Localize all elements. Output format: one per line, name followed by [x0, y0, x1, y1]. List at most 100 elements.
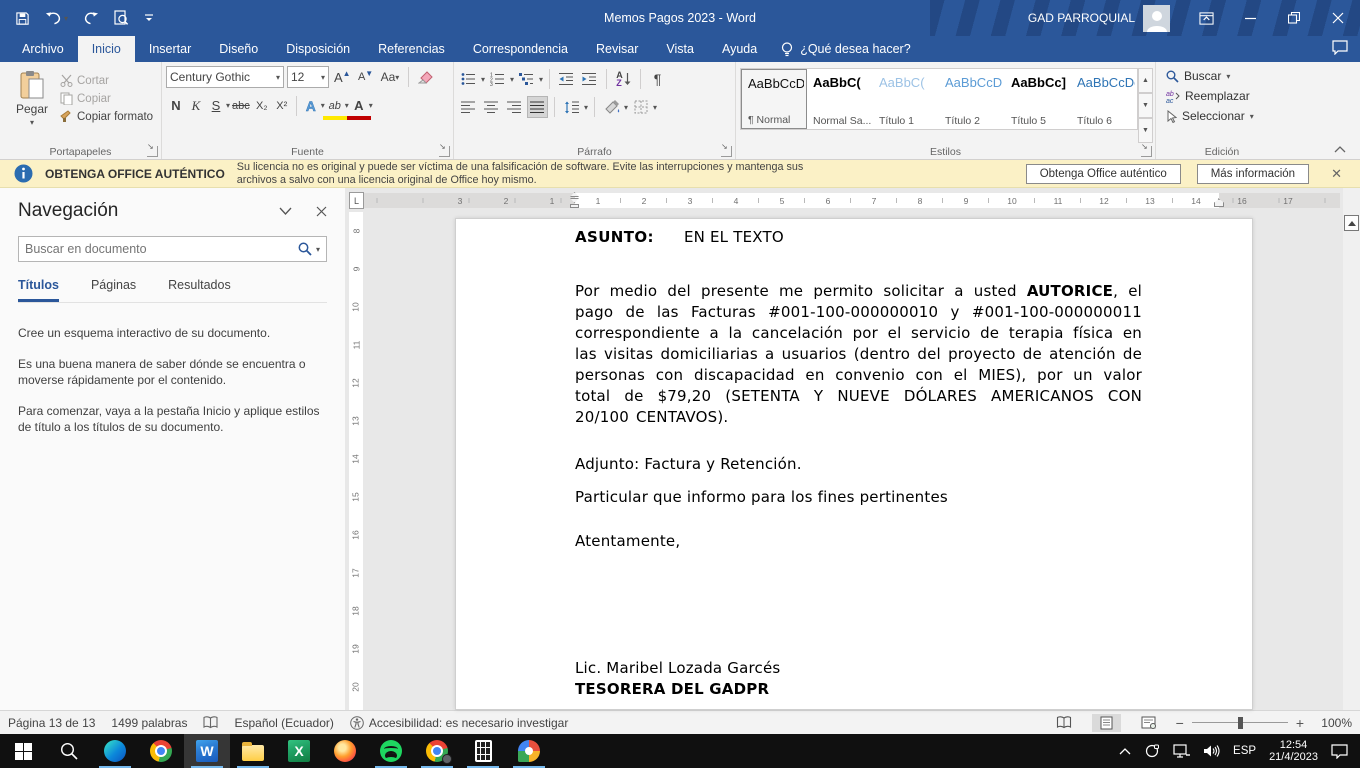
scroll-up-icon[interactable]: [1344, 215, 1359, 231]
font-family-dropdown-icon[interactable]: ▾: [276, 73, 280, 82]
web-layout-button[interactable]: [1133, 714, 1164, 731]
cut-button[interactable]: Cortar: [60, 74, 153, 87]
print-preview-icon[interactable]: [113, 10, 129, 26]
justify-button[interactable]: [527, 96, 548, 118]
tray-expand-chevron-icon[interactable]: [1119, 747, 1131, 755]
nav-pane-close-icon[interactable]: [316, 206, 327, 217]
language-indicator[interactable]: Español (Ecuador): [234, 716, 333, 730]
copy-button[interactable]: Copiar: [60, 92, 153, 105]
grow-font-button[interactable]: A▲: [332, 67, 353, 88]
redo-icon[interactable]: [83, 11, 98, 25]
taskbar-chrome-profile-icon[interactable]: [414, 734, 460, 768]
style-titulo-5[interactable]: AaBbCc] Título 5: [1005, 69, 1071, 129]
taskbar-edge-icon[interactable]: [92, 734, 138, 768]
taskbar-excel-icon[interactable]: X: [276, 734, 322, 768]
italic-button[interactable]: K: [186, 95, 206, 116]
taskbar-paint-icon[interactable]: [506, 734, 552, 768]
font-family-combo[interactable]: Century Gothic ▾: [166, 66, 284, 88]
borders-button[interactable]: [630, 96, 651, 118]
styles-scroll-down-icon[interactable]: ▼: [1138, 93, 1153, 118]
numbering-dropdown-icon[interactable]: ▾: [510, 75, 514, 84]
tray-meet-now-icon[interactable]: [1144, 744, 1160, 758]
ribbon-display-options-icon[interactable]: [1184, 0, 1228, 36]
tab-archivo[interactable]: Archivo: [8, 36, 78, 62]
tray-language[interactable]: ESP: [1233, 745, 1256, 757]
align-right-button[interactable]: [504, 96, 525, 118]
tell-me-box[interactable]: ¿Qué desea hacer?: [771, 36, 921, 62]
paste-dropdown-icon[interactable]: ▾: [30, 118, 34, 127]
paste-button[interactable]: Pegar ▾: [4, 66, 60, 143]
bold-button[interactable]: N: [166, 95, 186, 116]
multilevel-dropdown-icon[interactable]: ▾: [539, 75, 543, 84]
tab-referencias[interactable]: Referencias: [364, 36, 459, 62]
highlight-button[interactable]: ab: [325, 95, 345, 116]
styles-scroll-up-icon[interactable]: ▲: [1138, 68, 1153, 93]
font-size-combo[interactable]: 12 ▾: [287, 66, 329, 88]
taskbar-file-explorer-icon[interactable]: [230, 734, 276, 768]
style-titulo-2[interactable]: AaBbCcD Título 2: [939, 69, 1005, 129]
collapse-ribbon-icon[interactable]: [1334, 146, 1346, 153]
font-dialog-launcher-icon[interactable]: [439, 146, 450, 157]
paragraph-dialog-launcher-icon[interactable]: [721, 146, 732, 157]
zoom-percentage[interactable]: 100%: [1316, 716, 1352, 730]
nav-pane-options-chevron-icon[interactable]: [279, 207, 292, 215]
more-info-button[interactable]: Más información: [1197, 164, 1309, 184]
minimize-icon[interactable]: [1228, 0, 1272, 36]
style-normal-sa[interactable]: AaBbC( Normal Sa...: [807, 69, 873, 129]
font-size-dropdown-icon[interactable]: ▾: [321, 73, 325, 82]
line-spacing-dropdown-icon[interactable]: ▾: [584, 103, 588, 112]
vertical-scrollbar[interactable]: [1343, 188, 1360, 710]
shading-dropdown-icon[interactable]: ▾: [624, 103, 628, 112]
sort-button[interactable]: AZ: [613, 68, 634, 90]
text-effects-button[interactable]: A: [301, 95, 321, 116]
zoom-in-icon[interactable]: +: [1296, 715, 1304, 731]
accessibility-status[interactable]: Accesibilidad: es necesario investigar: [350, 716, 568, 730]
numbering-button[interactable]: 123: [487, 68, 508, 90]
bullets-button[interactable]: [458, 68, 479, 90]
show-marks-button[interactable]: ¶: [647, 68, 668, 90]
format-painter-button[interactable]: Copiar formato: [60, 110, 153, 123]
indent-marker[interactable]: [570, 192, 579, 209]
align-center-button[interactable]: [481, 96, 502, 118]
shrink-font-button[interactable]: A▼: [356, 67, 376, 88]
document-page[interactable]: ASUNTO: EN EL TEXTO Por medio del presen…: [455, 218, 1253, 710]
taskbar-calculator-icon[interactable]: [460, 734, 506, 768]
restore-icon[interactable]: [1272, 0, 1316, 36]
line-spacing-button[interactable]: [561, 96, 582, 118]
superscript-button[interactable]: X²: [272, 95, 292, 116]
start-button[interactable]: [0, 734, 46, 768]
word-count[interactable]: 1499 palabras: [111, 716, 187, 730]
change-case-button[interactable]: Aa▾: [379, 67, 402, 88]
clipboard-dialog-launcher-icon[interactable]: [147, 146, 158, 157]
avatar[interactable]: [1143, 5, 1170, 32]
nav-tab-titulos[interactable]: Títulos: [18, 278, 59, 302]
underline-button[interactable]: S: [206, 95, 226, 116]
save-icon[interactable]: [15, 11, 30, 26]
tab-inicio[interactable]: Inicio: [78, 36, 135, 62]
styles-more-icon[interactable]: ▼: [1138, 118, 1153, 143]
undo-icon[interactable]: ▾: [45, 11, 68, 25]
style-titulo-6[interactable]: AaBbCcDc Título 6: [1071, 69, 1137, 129]
bullets-dropdown-icon[interactable]: ▾: [481, 75, 485, 84]
taskbar-word-icon[interactable]: W: [184, 734, 230, 768]
close-icon[interactable]: [1316, 0, 1360, 36]
styles-dialog-launcher-icon[interactable]: [1141, 146, 1152, 157]
action-center-icon[interactable]: [1331, 744, 1348, 759]
style-titulo-1[interactable]: AaBbC( Título 1: [873, 69, 939, 129]
get-genuine-office-button[interactable]: Obtenga Office auténtico: [1026, 164, 1181, 184]
zoom-out-icon[interactable]: −: [1176, 715, 1184, 731]
subscript-button[interactable]: X₂: [252, 95, 272, 116]
nav-tab-resultados[interactable]: Resultados: [168, 278, 231, 302]
tray-clock[interactable]: 12:54 21/4/2023: [1269, 739, 1318, 763]
tab-revisar[interactable]: Revisar: [582, 36, 652, 62]
customize-quick-access-icon[interactable]: [144, 12, 154, 24]
comments-icon[interactable]: [1332, 40, 1348, 55]
tab-diseno[interactable]: Diseño: [205, 36, 272, 62]
tab-disposicion[interactable]: Disposición: [272, 36, 364, 62]
align-left-button[interactable]: [458, 96, 479, 118]
taskbar-chrome-icon[interactable]: [138, 734, 184, 768]
account-name[interactable]: GAD PARROQUIAL: [1028, 11, 1135, 25]
clear-formatting-button[interactable]: [416, 67, 436, 88]
select-button[interactable]: Seleccionar ▾: [1166, 109, 1286, 123]
zoom-slider-handle[interactable]: [1238, 717, 1243, 729]
